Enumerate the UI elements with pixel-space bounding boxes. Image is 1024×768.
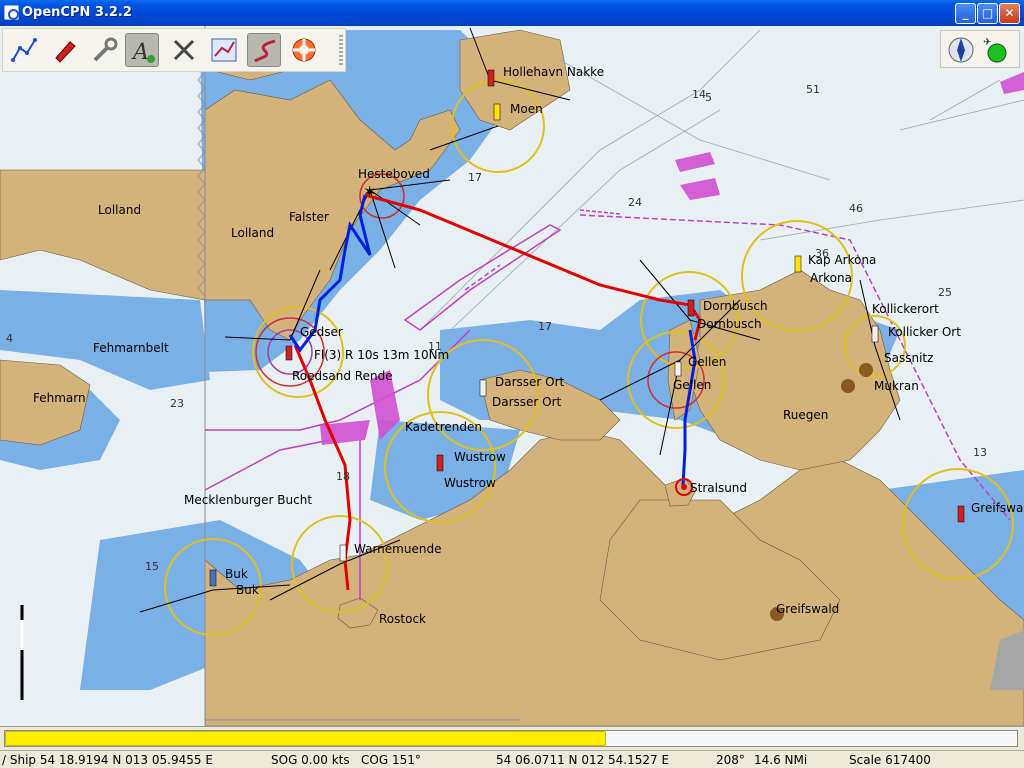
label-buk-2: Buk: [236, 583, 259, 597]
text-toggle-button[interactable]: A: [125, 33, 159, 67]
label-greifswald: Greifswald: [776, 602, 839, 616]
depth-sounding: 18: [336, 470, 350, 483]
settings-button[interactable]: [87, 33, 121, 67]
label-darsser-1: Darsser Ort: [495, 375, 565, 389]
track-button[interactable]: [247, 33, 281, 67]
text-icon: A: [131, 40, 155, 65]
nautical-chart[interactable]: ✶ Lolland Lolland Falster Hesteboved Hol…: [0, 26, 1024, 726]
cursor-icon: [173, 39, 195, 61]
depth-sounding: 24: [628, 196, 642, 209]
cursor-tool-button[interactable]: [167, 33, 201, 67]
label-dornbusch-2: Dornbusch: [697, 317, 762, 331]
label-falster: Falster: [289, 210, 329, 224]
label-dornbusch-1: Dornbusch: [703, 299, 768, 313]
label-gellen-1: Gellen: [688, 355, 726, 369]
course-over-ground: COG 151°: [361, 753, 421, 767]
depth-sounding: 17: [538, 320, 552, 333]
track-icon: [254, 39, 276, 63]
follow-ship-button[interactable]: [47, 33, 81, 67]
depth-sounding: 5: [705, 91, 712, 104]
svg-text:A: A: [131, 40, 149, 65]
chart-bar: [0, 726, 1024, 750]
depth-sounding: 15: [145, 560, 159, 573]
label-greifswa: Greifswa: [971, 501, 1023, 515]
depth-sounding: 14: [692, 88, 706, 101]
label-wustrow-2: Wustrow: [444, 476, 496, 490]
window-title: OpenCPN 3.2.2: [22, 5, 132, 20]
depth-sounding: 23: [170, 397, 184, 410]
chart-scale: Scale 617400: [849, 753, 931, 767]
label-moen: Moen: [510, 102, 543, 116]
label-lolland-2: Lolland: [231, 226, 274, 240]
label-gellen-2: Gellen: [673, 378, 711, 392]
chart-progress-fill: [5, 731, 606, 746]
gps-signal-icon: ✈: [983, 37, 1007, 63]
svg-text:✈: ✈: [983, 37, 991, 48]
opencpn-window: OpenCPN 3.2.2 _ □ ✕ ✶ Lolland Lolland Fa…: [0, 0, 1024, 768]
label-darsser-2: Darsser Ort: [492, 395, 562, 409]
route-icon: [11, 38, 37, 62]
man-overboard-button[interactable]: [287, 33, 321, 67]
depth-sounding: 25: [938, 286, 952, 299]
depth-sounding: 46: [849, 202, 863, 215]
depth-sounding: 36: [815, 247, 829, 260]
label-mukran: Mukran: [874, 379, 919, 393]
label-gedser: Gedser: [300, 325, 343, 339]
compass-icon: [948, 37, 974, 63]
label-ruegen: Ruegen: [783, 408, 828, 422]
depth-sounding: 4: [6, 332, 13, 345]
gps-status-widget[interactable]: ✈: [940, 30, 1020, 68]
label-stralsund: Stralsund: [690, 481, 747, 495]
status-bar: / Ship 54 18.9194 N 013 05.9455 E SOG 0.…: [0, 750, 1024, 768]
minimize-button[interactable]: _: [955, 3, 976, 24]
label-kollickerort-2: Kollicker Ort: [888, 325, 961, 339]
route-manager-icon: [211, 38, 237, 62]
speed-over-ground: SOG 0.00 kts: [271, 753, 350, 767]
cursor-bearing: 208°: [716, 753, 745, 767]
label-kadetrenden: Kadetrenden: [405, 420, 482, 434]
label-kollickerort-1: Kollickerort: [872, 302, 939, 316]
wrench-icon: [93, 37, 118, 62]
main-toolbar: A: [2, 28, 346, 72]
depth-sounding: 11: [428, 340, 442, 353]
app-icon: [4, 5, 19, 20]
ship-icon: [55, 41, 76, 63]
depth-sounding: 17: [468, 171, 482, 184]
chart-progress-track[interactable]: [4, 730, 1018, 747]
label-arkona: Arkona: [810, 271, 852, 285]
label-fehmarn: Fehmarn: [33, 391, 86, 405]
life-ring-icon: [292, 38, 316, 62]
label-fehmarnbelt: Fehmarnbelt: [93, 341, 169, 355]
label-warnemuende: Warnemuende: [354, 542, 441, 556]
route-button[interactable]: [7, 33, 41, 67]
svg-text:✶: ✶: [363, 182, 376, 201]
close-button[interactable]: ✕: [999, 3, 1020, 24]
toolbar-grip[interactable]: [339, 35, 343, 65]
depth-sounding: 51: [806, 83, 820, 96]
label-hesteboved: Hesteboved: [358, 167, 430, 181]
chart-canvas[interactable]: ✶ Lolland Lolland Falster Hesteboved Hol…: [0, 26, 1024, 726]
label-lolland-1: Lolland: [98, 203, 141, 217]
label-rostock: Rostock: [379, 612, 426, 626]
label-roedsand: Roedsand Rende: [292, 369, 393, 383]
label-hollehavn: Hollehavn Nakke: [503, 65, 604, 79]
label-mecklenburger-bucht: Mecklenburger Bucht: [184, 493, 312, 507]
maximize-button[interactable]: □: [977, 3, 998, 24]
label-buk-1: Buk: [225, 567, 248, 581]
cursor-distance: 14.6 NMi: [754, 753, 808, 767]
title-bar: OpenCPN 3.2.2 _ □ ✕: [0, 0, 1024, 26]
route-manager-button[interactable]: [207, 33, 241, 67]
cursor-position: 54 06.0711 N 012 54.1527 E: [496, 753, 670, 767]
label-sassnitz: Sassnitz: [884, 351, 933, 365]
ship-position: / Ship 54 18.9194 N 013 05.9455 E: [2, 753, 213, 767]
label-wustrow-1: Wustrow: [454, 450, 506, 464]
depth-sounding: 13: [973, 446, 987, 459]
